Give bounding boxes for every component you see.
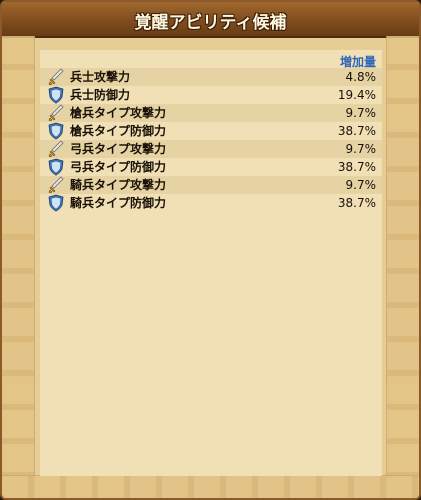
shield-icon xyxy=(48,122,64,140)
panel-title: 覚醒アビリティ候補 xyxy=(134,13,287,33)
ability-value: 4.8% xyxy=(345,70,377,84)
ability-label: 騎兵タイプ攻撃力 xyxy=(70,178,167,192)
ability-row: 槍兵タイプ攻撃力 9.7% xyxy=(40,104,382,122)
ability-value: 19.4% xyxy=(337,88,376,102)
awakening-ability-panel: 覚醒アビリティ候補 増加量 兵士攻撃力 4.8% 兵士防御力 19.4% 槍兵タ… xyxy=(0,0,421,500)
shield-icon xyxy=(48,158,64,176)
ability-row: 兵士攻撃力 4.8% xyxy=(40,68,382,86)
ability-row: 槍兵タイプ防御力 38.7% xyxy=(40,122,382,140)
ability-list-area: 増加量 兵士攻撃力 4.8% 兵士防御力 19.4% 槍兵タイプ攻撃力 9.7%… xyxy=(40,50,382,476)
shield-icon xyxy=(48,86,64,104)
ability-value: 9.7% xyxy=(345,178,377,192)
bottom-border-decoration xyxy=(2,475,419,498)
title-bar: 覚醒アビリティ候補 xyxy=(2,2,419,38)
ability-value: 38.7% xyxy=(337,160,376,174)
ability-value: 38.7% xyxy=(337,196,376,210)
ability-row: 騎兵タイプ防御力 38.7% xyxy=(40,194,382,212)
ability-label: 兵士攻撃力 xyxy=(70,70,131,84)
ability-row: 騎兵タイプ攻撃力 9.7% xyxy=(40,176,382,194)
ability-label: 騎兵タイプ防御力 xyxy=(70,196,167,210)
ability-rows: 兵士攻撃力 4.8% 兵士防御力 19.4% 槍兵タイプ攻撃力 9.7% 槍兵タ… xyxy=(40,68,382,212)
ability-label: 兵士防御力 xyxy=(70,88,131,102)
ability-value: 38.7% xyxy=(337,124,376,138)
right-border-decoration xyxy=(386,36,419,498)
ability-row: 弓兵タイプ防御力 38.7% xyxy=(40,158,382,176)
shield-icon xyxy=(48,194,64,212)
ability-value: 9.7% xyxy=(345,142,377,156)
sword-icon xyxy=(48,68,64,86)
left-border-decoration xyxy=(2,36,35,498)
sword-icon xyxy=(48,176,64,194)
sword-icon xyxy=(48,104,64,122)
ability-value: 9.7% xyxy=(345,106,377,120)
ability-row: 弓兵タイプ攻撃力 9.7% xyxy=(40,140,382,158)
ability-label: 槍兵タイプ攻撃力 xyxy=(70,106,167,120)
ability-label: 槍兵タイプ防御力 xyxy=(70,124,167,138)
ability-label: 弓兵タイプ攻撃力 xyxy=(70,142,167,156)
ability-row: 兵士防御力 19.4% xyxy=(40,86,382,104)
ability-label: 弓兵タイプ防御力 xyxy=(70,160,167,174)
sword-icon xyxy=(48,140,64,158)
